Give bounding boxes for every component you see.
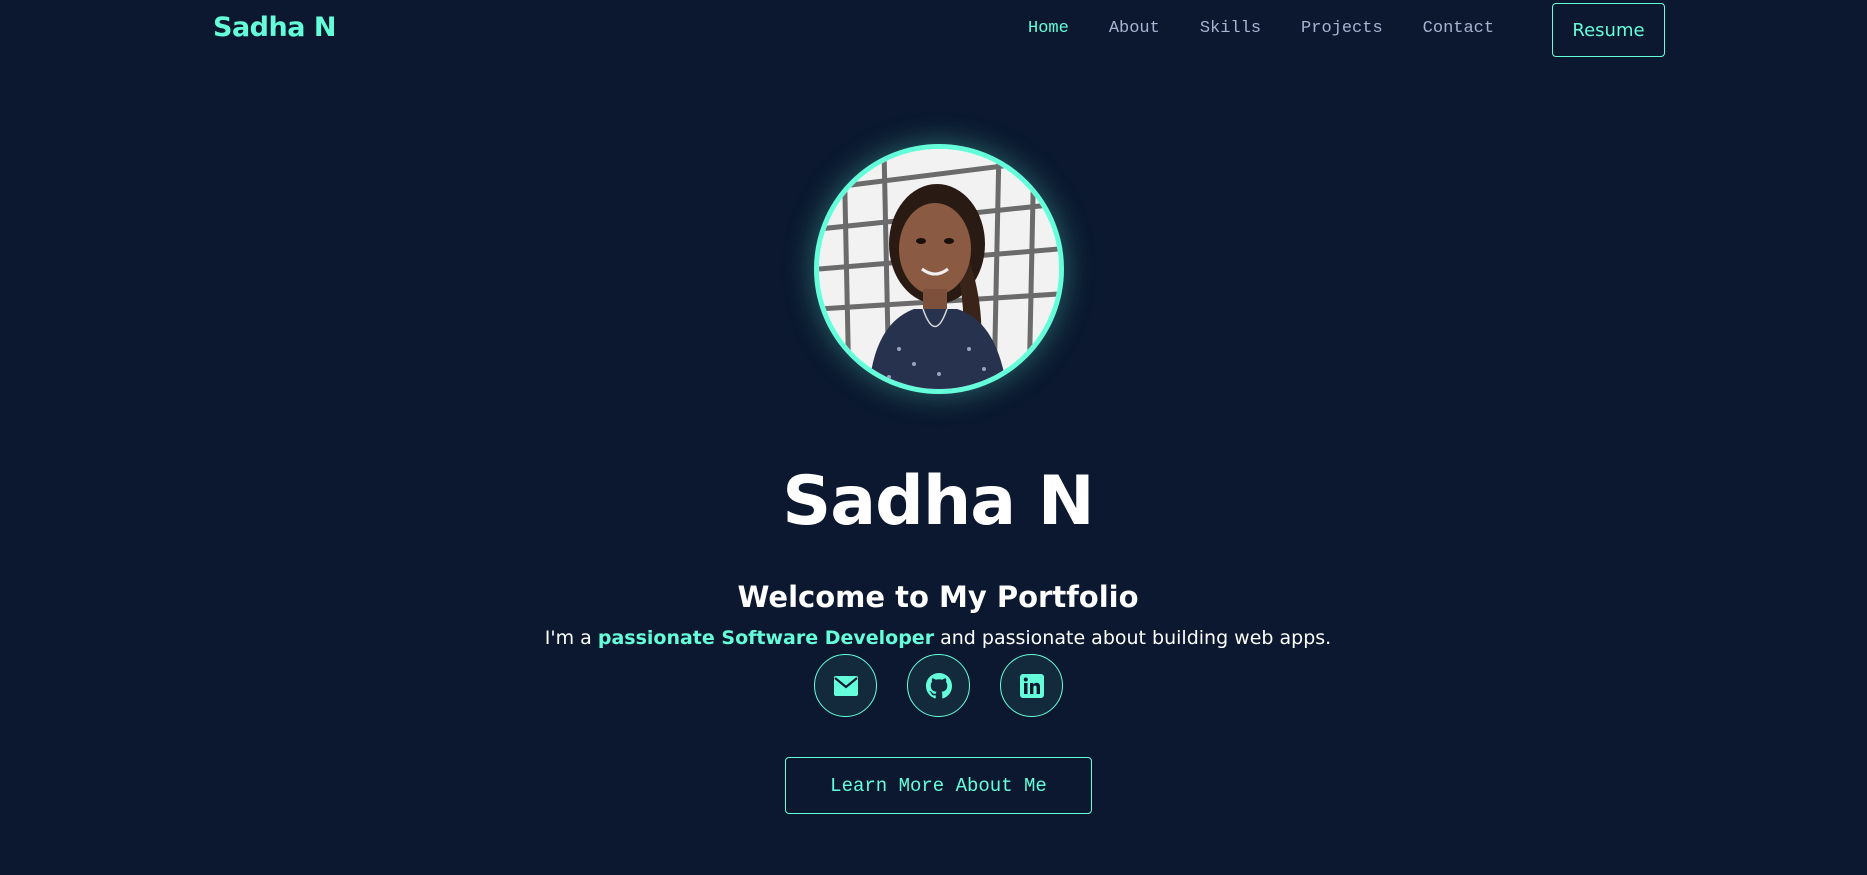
hero-welcome-heading: Welcome to My Portfolio — [737, 580, 1139, 614]
hero-tagline: I'm a passionate Software Developer and … — [0, 627, 1867, 649]
github-link[interactable] — [907, 654, 970, 717]
linkedin-link[interactable] — [1000, 654, 1063, 717]
envelope-icon — [833, 675, 858, 696]
nav-link-about[interactable]: About — [1109, 19, 1160, 38]
avatar — [814, 144, 1064, 394]
brand-logo[interactable]: Sadha N — [213, 12, 336, 43]
navbar: Sadha N Home About Skills Projects Conta… — [0, 0, 1867, 62]
resume-button[interactable]: Resume — [1552, 3, 1665, 57]
nav-link-skills[interactable]: Skills — [1200, 19, 1261, 38]
github-icon — [925, 672, 952, 698]
learn-more-button[interactable]: Learn More About Me — [785, 757, 1092, 814]
profile-photo — [819, 149, 1059, 389]
social-links — [814, 654, 1063, 717]
nav-link-contact[interactable]: Contact — [1423, 19, 1494, 38]
tagline-suffix: and passionate about building web apps. — [934, 627, 1332, 649]
nav-links: Home About Skills Projects Contact — [1028, 19, 1534, 38]
tagline-prefix: I'm a — [544, 627, 598, 649]
tagline-highlight: passionate Software Developer — [597, 627, 935, 649]
linkedin-icon — [1019, 673, 1044, 698]
email-link[interactable] — [814, 654, 877, 717]
nav-link-projects[interactable]: Projects — [1301, 19, 1383, 38]
hero-name: Sadha N — [782, 462, 1094, 541]
nav-link-home[interactable]: Home — [1028, 19, 1069, 38]
